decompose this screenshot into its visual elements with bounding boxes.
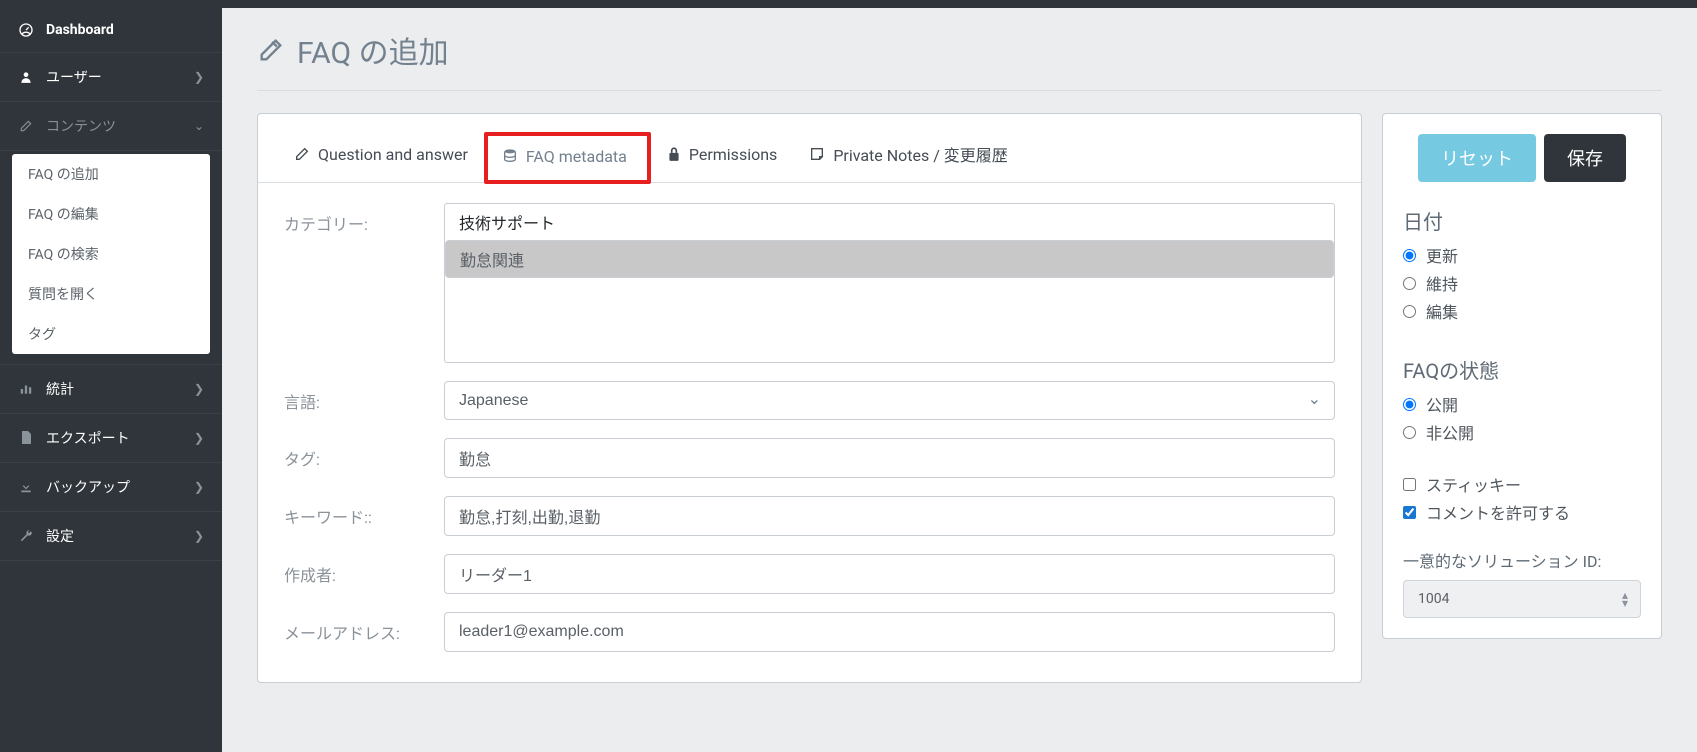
tag-input[interactable] [444, 438, 1335, 478]
email-label: メールアドレス: [284, 612, 444, 644]
lock-icon [667, 146, 681, 162]
sidebar-item-settings[interactable]: 設定 ❯ [0, 512, 222, 561]
keywords-input[interactable] [444, 496, 1335, 536]
download-icon [18, 480, 34, 494]
user-icon [18, 70, 34, 84]
edit-icon [294, 146, 310, 162]
chevron-down-icon: ⌄ [194, 119, 204, 133]
language-select[interactable]: Japanese [444, 381, 1335, 420]
status-private-radio[interactable]: 非公開 [1403, 420, 1641, 444]
language-label: 言語: [284, 381, 444, 413]
email-input[interactable] [444, 612, 1335, 652]
status-public-radio[interactable]: 公開 [1403, 392, 1641, 416]
date-update-radio[interactable]: 更新 [1403, 243, 1641, 267]
chevron-right-icon: ❯ [194, 70, 204, 84]
sidebar-sub-faq-add[interactable]: FAQ の追加 [12, 154, 210, 194]
status-public-label: 公開 [1426, 392, 1458, 416]
sidebar-item-dashboard[interactable]: Dashboard [0, 8, 222, 53]
main-content: FAQ の追加 Question and answer FAQ me [222, 8, 1697, 752]
tab-permissions[interactable]: Permissions [651, 132, 793, 182]
chevron-right-icon: ❯ [194, 382, 204, 396]
date-section-title: 日付 [1403, 206, 1641, 235]
status-section-title: FAQの状態 [1403, 355, 1641, 384]
chevron-right-icon: ❯ [194, 480, 204, 494]
category-label: カテゴリー: [284, 203, 444, 235]
sidebar-item-backup[interactable]: バックアップ ❯ [0, 463, 222, 512]
save-button[interactable]: 保存 [1544, 134, 1626, 182]
sidebar-sub-open-question[interactable]: 質問を開く [12, 274, 210, 314]
sticky-checkbox[interactable]: スティッキー [1403, 472, 1641, 496]
sidebar-sub-tag[interactable]: タグ [12, 314, 210, 354]
database-icon [502, 148, 518, 164]
solution-id-label: 一意的なソリューション ID: [1403, 548, 1641, 572]
sidebar-export-label: エクスポート [46, 428, 130, 448]
tag-label: タグ: [284, 438, 444, 470]
page-title-text: FAQ の追加 [297, 28, 449, 72]
date-update-label: 更新 [1426, 243, 1458, 267]
category-listbox[interactable]: 技術サポート 勤怠関連 [444, 203, 1335, 363]
category-option-tech[interactable]: 技術サポート [445, 204, 1334, 240]
sidebar-item-users[interactable]: ユーザー ❯ [0, 53, 222, 102]
allow-comments-checkbox[interactable]: コメントを許可する [1403, 500, 1641, 524]
chevron-right-icon: ❯ [194, 529, 204, 543]
sidebar: Dashboard ユーザー ❯ コンテンツ ⌄ FAQ の追加 FAQ [0, 8, 222, 752]
sidebar-backup-label: バックアップ [46, 477, 130, 497]
author-input[interactable] [444, 554, 1335, 594]
form-card: Question and answer FAQ metadata Permiss… [257, 113, 1362, 683]
side-panel: リセット 保存 日付 更新 維持 編集 FAQの状態 [1382, 113, 1662, 639]
sidebar-item-export[interactable]: エクスポート ❯ [0, 414, 222, 463]
chevron-right-icon: ❯ [194, 431, 204, 445]
keywords-label: キーワード:: [284, 496, 444, 528]
tab-qa-label: Question and answer [318, 145, 468, 164]
tab-qa[interactable]: Question and answer [278, 132, 484, 182]
sidebar-dashboard-label: Dashboard [46, 22, 114, 38]
page-title: FAQ の追加 [257, 28, 1662, 91]
sidebar-sub-faq-search[interactable]: FAQ の検索 [12, 234, 210, 274]
sticky-note-icon [809, 146, 825, 162]
sidebar-contents-label: コンテンツ [46, 116, 116, 136]
date-edit-label: 編集 [1426, 299, 1458, 323]
sidebar-item-stats[interactable]: 統計 ❯ [0, 365, 222, 414]
tab-metadata[interactable]: FAQ metadata [484, 132, 651, 184]
stepper-icon: ▴▾ [1622, 591, 1628, 607]
edit-icon [18, 119, 34, 133]
date-edit-radio[interactable]: 編集 [1403, 299, 1641, 323]
date-keep-label: 維持 [1426, 271, 1458, 295]
tab-notes[interactable]: Private Notes / 変更履歴 [793, 132, 1024, 182]
file-icon [18, 431, 34, 445]
sidebar-stats-label: 統計 [46, 379, 74, 399]
tab-permissions-label: Permissions [689, 145, 777, 164]
stats-icon [18, 382, 34, 396]
edit-icon [257, 36, 285, 64]
category-option-kintai[interactable]: 勤怠関連 [445, 240, 1334, 278]
dashboard-icon [18, 22, 34, 38]
sidebar-submenu-contents: FAQ の追加 FAQ の編集 FAQ の検索 質問を開く タグ [12, 154, 210, 354]
tab-notes-label: Private Notes / 変更履歴 [833, 142, 1008, 166]
tabs: Question and answer FAQ metadata Permiss… [258, 114, 1361, 183]
solution-id-value: 1004 [1418, 591, 1449, 607]
sidebar-users-label: ユーザー [46, 67, 102, 87]
author-label: 作成者: [284, 554, 444, 586]
sidebar-item-contents[interactable]: コンテンツ ⌄ [0, 102, 222, 151]
tab-metadata-label: FAQ metadata [526, 147, 627, 166]
reset-button[interactable]: リセット [1418, 134, 1536, 182]
allow-comments-label: コメントを許可する [1426, 500, 1570, 524]
wrench-icon [18, 529, 34, 543]
sticky-label: スティッキー [1426, 472, 1521, 496]
sidebar-settings-label: 設定 [46, 526, 74, 546]
date-keep-radio[interactable]: 維持 [1403, 271, 1641, 295]
solution-id-field: 1004 ▴▾ [1403, 580, 1641, 618]
sidebar-sub-faq-edit[interactable]: FAQ の編集 [12, 194, 210, 234]
status-private-label: 非公開 [1426, 420, 1474, 444]
